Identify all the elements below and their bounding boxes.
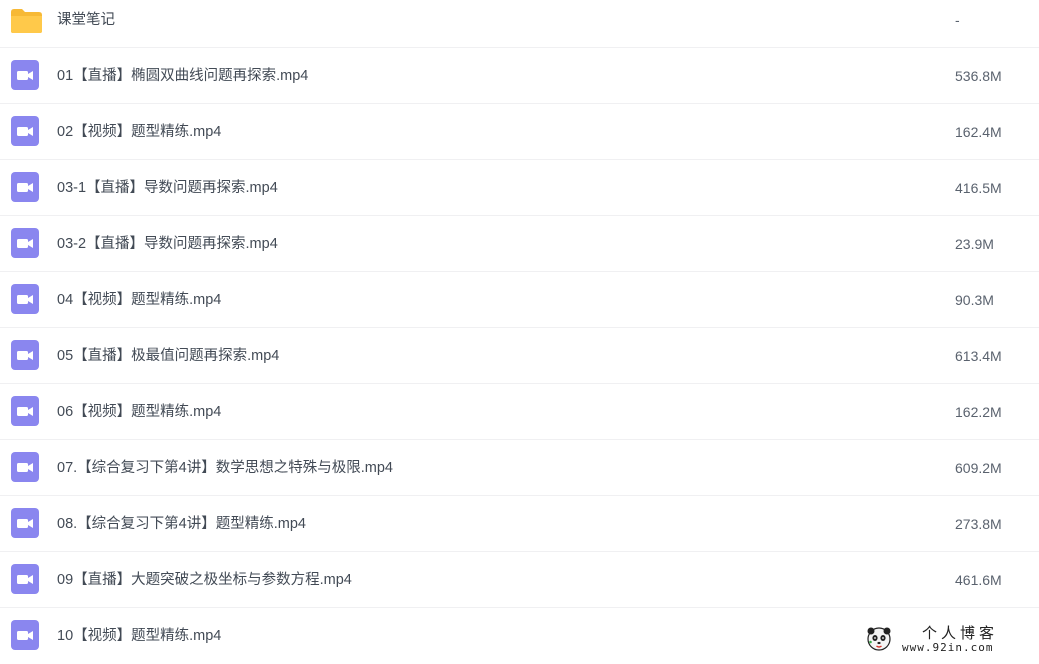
file-name: 09【直播】大题突破之极坐标与参数方程.mp4 [57,572,352,588]
file-name: 07.【综合复习下第4讲】数学思想之特殊与极限.mp4 [57,460,393,476]
file-name: 01【直播】椭圆双曲线问题再探索.mp4 [57,68,309,84]
file-size: 90.3M [955,292,994,308]
video-icon [11,172,39,202]
video-icon [11,508,39,538]
video-icon [11,340,39,370]
file-name: 06【视频】题型精练.mp4 [57,404,222,420]
file-size: 23.9M [955,236,994,252]
file-name: 10【视频】题型精练.mp4 [57,628,222,644]
file-size: 162.4M [955,124,1002,140]
file-size: 416.5M [955,180,1002,196]
video-icon [11,284,39,314]
list-item-video[interactable]: 08.【综合复习下第4讲】题型精练.mp4 273.8M [0,496,1039,552]
file-size: 461.6M [955,572,1002,588]
folder-icon [10,8,43,34]
file-name: 04【视频】题型精练.mp4 [57,292,222,308]
watermark-url: www.92in.com [902,641,994,654]
panda-logo-icon [866,626,892,652]
list-item-video[interactable]: 02【视频】题型精练.mp4 162.4M [0,104,1039,160]
watermark-title: 个人博客 [922,624,999,642]
file-name: 05【直播】极最值问题再探索.mp4 [57,348,280,364]
list-item-video[interactable]: 03-1【直播】导数问题再探索.mp4 416.5M [0,160,1039,216]
file-size: 613.4M [955,348,1002,364]
video-icon [11,116,39,146]
list-item-video[interactable]: 03-2【直播】导数问题再探索.mp4 23.9M [0,216,1039,272]
video-icon [11,396,39,426]
video-icon [11,60,39,90]
watermark: 个人博客 www.92in.com [866,622,1026,658]
list-item-video[interactable]: 05【直播】极最值问题再探索.mp4 613.4M [0,328,1039,384]
video-icon [11,620,39,650]
file-size: 162.2M [955,404,1002,420]
file-size: 536.8M [955,68,1002,84]
list-item-folder[interactable]: 课堂笔记 - [0,0,1039,48]
file-name: 03-1【直播】导数问题再探索.mp4 [57,180,278,196]
file-list: 课堂笔记 - 01【直播】椭圆双曲线问题再探索.mp4 536.8M 02【视频… [0,0,1039,664]
video-icon [11,564,39,594]
list-item-video[interactable]: 06【视频】题型精练.mp4 162.2M [0,384,1039,440]
list-item-video[interactable]: 07.【综合复习下第4讲】数学思想之特殊与极限.mp4 609.2M [0,440,1039,496]
list-item-video[interactable]: 04【视频】题型精练.mp4 90.3M [0,272,1039,328]
list-item-video[interactable]: 01【直播】椭圆双曲线问题再探索.mp4 536.8M [0,48,1039,104]
file-name: 03-2【直播】导数问题再探索.mp4 [57,236,278,252]
file-name: 02【视频】题型精练.mp4 [57,124,222,140]
file-size: 609.2M [955,460,1002,476]
file-size: - [955,12,960,28]
file-name: 课堂笔记 [57,12,115,28]
file-size: 273.8M [955,516,1002,532]
file-name: 08.【综合复习下第4讲】题型精练.mp4 [57,516,306,532]
video-icon [11,228,39,258]
video-icon [11,452,39,482]
list-item-video[interactable]: 09【直播】大题突破之极坐标与参数方程.mp4 461.6M [0,552,1039,608]
